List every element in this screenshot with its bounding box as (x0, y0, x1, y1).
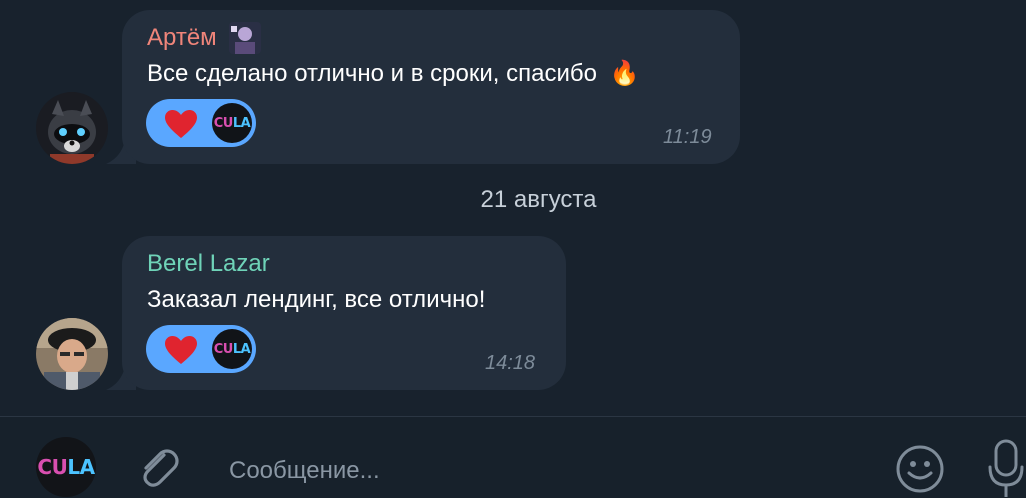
reaction-heart-button[interactable]: CULA (146, 325, 256, 373)
avatar-berel-lazar[interactable] (36, 318, 108, 390)
message-text: Заказал лендинг, все отлично! (147, 286, 486, 313)
message-input[interactable]: Сообщение... (229, 457, 380, 485)
message-composer: CULA Сообщение... (0, 416, 1026, 498)
message-text: Все сделано отлично и в сроки, спасибо 🔥 (147, 60, 640, 87)
avatar-raccoon[interactable] (36, 92, 108, 164)
sender-name[interactable]: Артём (147, 24, 217, 52)
reactor-avatar: CULA (212, 329, 252, 369)
message-time: 14:18 (485, 352, 536, 374)
heart-icon (165, 336, 197, 364)
fire-emoji-icon: 🔥 (609, 60, 640, 87)
reactor-avatar: CULA (212, 103, 252, 143)
emoji-icon[interactable] (894, 443, 946, 495)
heart-icon (165, 110, 197, 138)
reaction-heart-button[interactable]: CULA (146, 99, 256, 147)
sender-badge-icon (229, 22, 261, 54)
date-separator: 21 августа (480, 186, 597, 213)
sender-name[interactable]: Berel Lazar (147, 250, 270, 278)
message-time: 11:19 (663, 126, 712, 148)
composer-avatar[interactable]: CULA (36, 437, 96, 497)
paperclip-icon[interactable] (134, 443, 182, 491)
message-bubble[interactable]: Berel Lazar Заказал лендинг, все отлично… (122, 236, 566, 390)
message-bubble[interactable]: Артём Все сделано отлично и в сроки, спа… (122, 10, 740, 164)
microphone-icon[interactable] (986, 439, 1026, 498)
